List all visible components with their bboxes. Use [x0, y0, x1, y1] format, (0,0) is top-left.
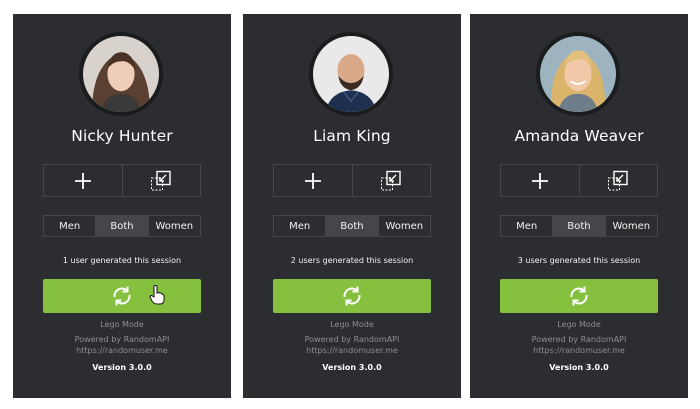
- avatar-photo-woman-icon: [540, 36, 616, 112]
- powered-by-text: Powered by RandomAPI: [531, 335, 627, 344]
- user-name: Amanda Weaver: [514, 127, 644, 145]
- lego-mode-link[interactable]: Lego Mode: [470, 320, 688, 329]
- add-user-button[interactable]: [44, 165, 122, 196]
- export-button[interactable]: [578, 165, 658, 196]
- powered-by-text: Powered by RandomAPI: [304, 335, 400, 344]
- site-link[interactable]: https://randomuser.me: [13, 346, 231, 355]
- gender-toggle: Men Both Women: [500, 215, 658, 237]
- user-card-1: Nicky Hunter Men Both Women 1 user gener…: [13, 14, 231, 398]
- session-count-text: 2 users generated this session: [290, 256, 414, 265]
- gender-both-option[interactable]: Both: [552, 216, 605, 236]
- version-text: Version 3.0.0: [549, 363, 609, 372]
- gender-both-option[interactable]: Both: [325, 216, 378, 236]
- user-name: Nicky Hunter: [71, 127, 173, 145]
- refresh-icon: [570, 286, 588, 306]
- plus-icon: [531, 172, 548, 189]
- site-link[interactable]: https://randomuser.me: [470, 346, 688, 355]
- refresh-icon: [343, 286, 361, 306]
- gender-women-option[interactable]: Women: [377, 216, 430, 236]
- avatar-photo-woman-icon: [83, 36, 159, 112]
- action-buttons: [43, 164, 201, 197]
- gender-men-option[interactable]: Men: [501, 216, 552, 236]
- avatar-photo-man-icon: [313, 36, 389, 112]
- export-icon: [381, 170, 401, 190]
- export-icon: [608, 170, 628, 190]
- generate-user-button[interactable]: [500, 279, 658, 313]
- gender-men-option[interactable]: Men: [44, 216, 95, 236]
- version-text: Version 3.0.0: [322, 363, 382, 372]
- session-count-text: 3 users generated this session: [517, 256, 641, 265]
- hand-cursor-icon: [149, 285, 165, 305]
- gender-toggle: Men Both Women: [43, 215, 201, 237]
- user-name: Liam King: [313, 127, 391, 145]
- export-button[interactable]: [121, 165, 201, 196]
- action-buttons: [273, 164, 431, 197]
- lego-mode-link[interactable]: Lego Mode: [13, 320, 231, 329]
- export-icon: [151, 170, 171, 190]
- avatar: [536, 32, 620, 116]
- gender-men-option[interactable]: Men: [274, 216, 325, 236]
- version-text: Version 3.0.0: [92, 363, 152, 372]
- add-user-button[interactable]: [274, 165, 352, 196]
- user-card-2: Liam King Men Both Women 2 users generat…: [243, 14, 461, 398]
- generate-user-button[interactable]: [43, 279, 201, 313]
- plus-icon: [304, 172, 321, 189]
- gender-toggle: Men Both Women: [273, 215, 431, 237]
- gender-women-option[interactable]: Women: [604, 216, 657, 236]
- gender-both-option[interactable]: Both: [95, 216, 148, 236]
- add-user-button[interactable]: [501, 165, 579, 196]
- avatar: [79, 32, 163, 116]
- export-button[interactable]: [351, 165, 431, 196]
- plus-icon: [74, 172, 91, 189]
- gender-women-option[interactable]: Women: [147, 216, 200, 236]
- site-link[interactable]: https://randomuser.me: [243, 346, 461, 355]
- action-buttons: [500, 164, 658, 197]
- refresh-icon: [113, 286, 131, 306]
- powered-by-text: Powered by RandomAPI: [74, 335, 170, 344]
- user-card-3: Amanda Weaver Men Both Women 3 users gen…: [470, 14, 688, 398]
- lego-mode-link[interactable]: Lego Mode: [243, 320, 461, 329]
- avatar: [309, 32, 393, 116]
- session-count-text: 1 user generated this session: [62, 256, 182, 265]
- generate-user-button[interactable]: [273, 279, 431, 313]
